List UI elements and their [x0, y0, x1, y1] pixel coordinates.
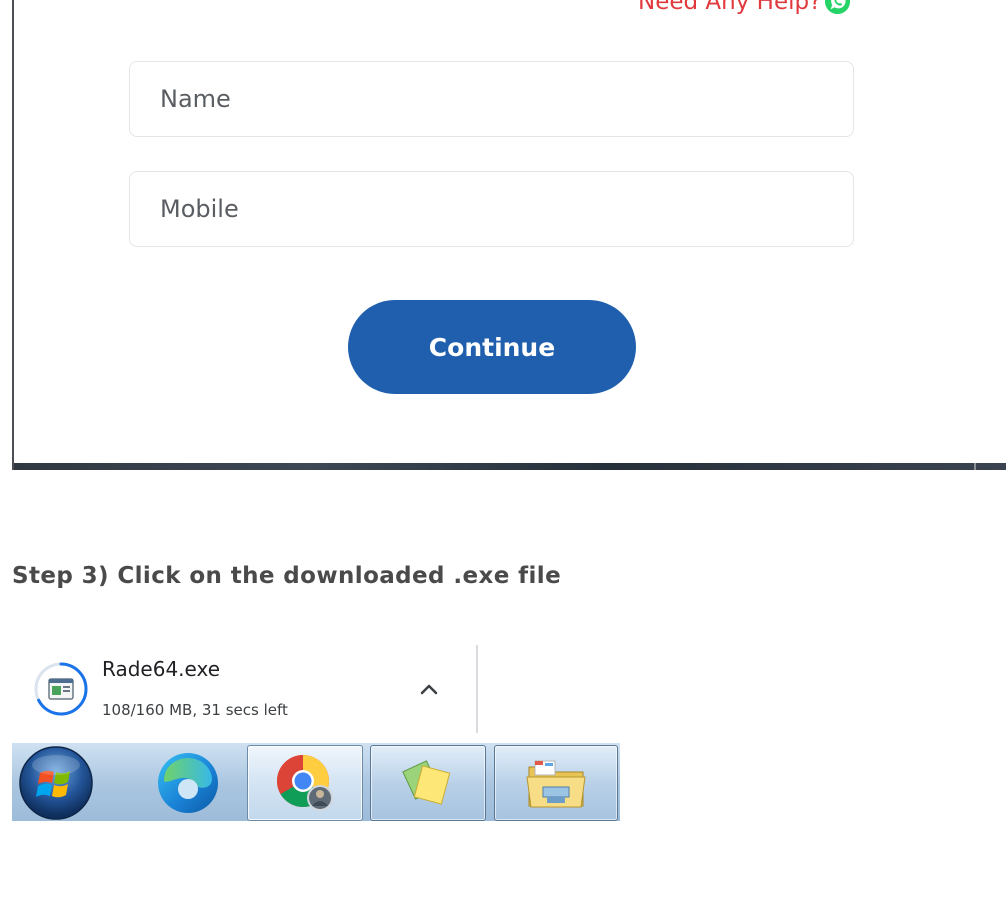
download-item[interactable]: Rade64.exe 108/160 MB, 31 secs left [12, 645, 478, 733]
windows-taskbar [12, 743, 620, 821]
contact-form-screenshot: Need Any Help? Continue [12, 0, 1006, 470]
mobile-field[interactable] [129, 171, 854, 247]
edge-icon [158, 753, 218, 813]
start-button[interactable] [12, 743, 100, 821]
installer-file-icon [48, 678, 74, 700]
download-filename: Rade64.exe [102, 657, 220, 681]
continue-button[interactable]: Continue [348, 300, 636, 394]
windows-start-icon [19, 746, 93, 820]
need-help-text: Need Any Help? [638, 0, 822, 15]
taskbar-chrome-button[interactable] [247, 745, 363, 821]
name-input[interactable] [130, 62, 853, 136]
need-help-link[interactable]: Need Any Help? [638, 0, 851, 15]
download-status: 108/160 MB, 31 secs left [102, 701, 288, 719]
sticky-notes-icon [402, 760, 451, 805]
chevron-up-icon[interactable] [414, 675, 444, 703]
step-heading: Step 3) Click on the downloaded .exe fil… [12, 563, 562, 589]
chrome-icon [277, 755, 333, 811]
taskbar-file-explorer-button[interactable] [494, 745, 618, 821]
card-bottom-edge [14, 463, 1006, 470]
taskbar-sticky-notes-button[interactable] [370, 745, 486, 821]
download-progress-ring [34, 662, 88, 716]
download-divider [476, 645, 478, 733]
taskbar-edge-button[interactable] [130, 745, 246, 821]
file-explorer-icon [526, 760, 586, 808]
whatsapp-icon [825, 0, 851, 15]
name-field[interactable] [129, 61, 854, 137]
mobile-input[interactable] [130, 172, 853, 246]
card-right-edge [974, 463, 976, 470]
